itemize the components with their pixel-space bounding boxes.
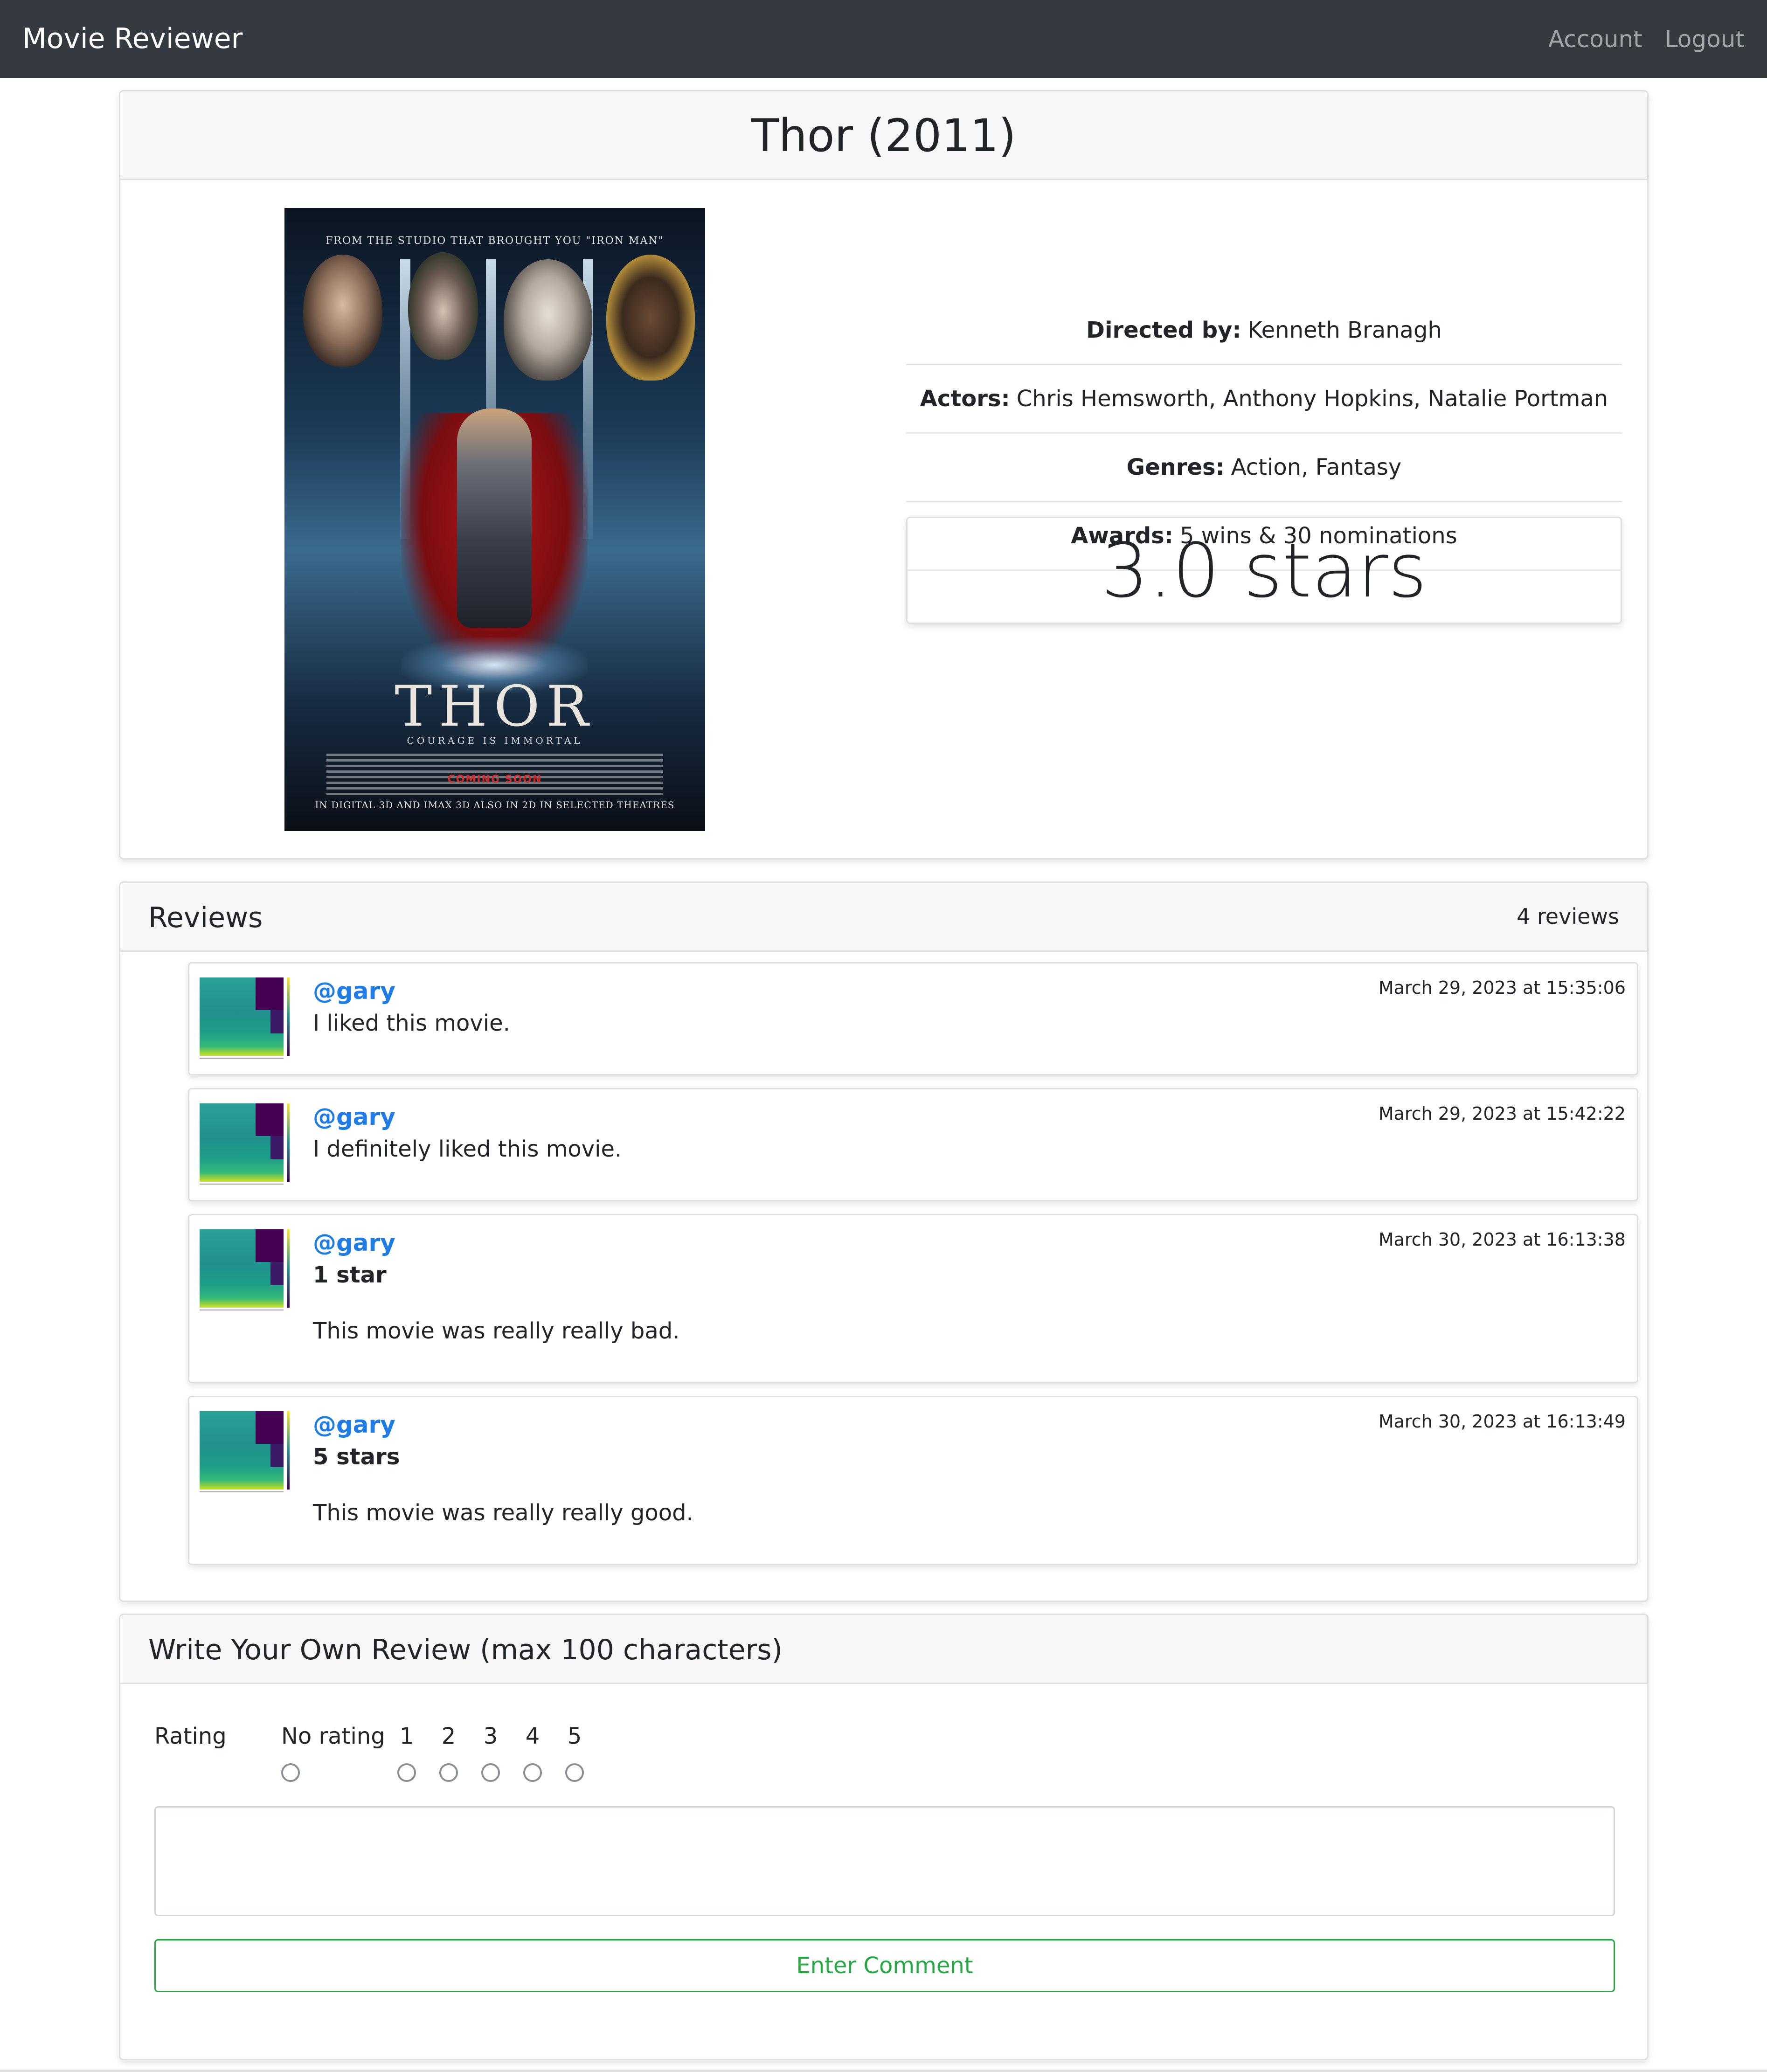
rating-option-3[interactable]: 3 <box>481 1723 500 1782</box>
enter-comment-button[interactable]: Enter Comment <box>154 1939 1615 1992</box>
rating-option-label: No rating <box>281 1723 385 1749</box>
average-rating: 3.0 stars <box>906 517 1622 624</box>
movie-card-header: Thor (2011) <box>120 91 1647 180</box>
detail-label: Directed by: <box>1086 317 1241 343</box>
detail-label: Actors: <box>920 386 1010 412</box>
rating-option-1[interactable]: 1 <box>397 1723 416 1782</box>
poster-character <box>408 252 478 360</box>
poster-character <box>504 259 592 381</box>
review-item: @gary 5 stars This movie was really real… <box>188 1396 1638 1565</box>
movie-card: Thor (2011) FROM THE STUDIO THAT BROUGHT… <box>119 90 1649 859</box>
radio-button[interactable] <box>523 1763 542 1782</box>
rating-option-5[interactable]: 5 <box>565 1723 584 1782</box>
reviews-title: Reviews <box>148 901 263 934</box>
avatar <box>200 1103 293 1197</box>
navbar: Movie Reviewer Account Logout <box>0 0 1767 78</box>
poster-subtitle: COURAGE IS IMMORTAL <box>407 735 583 746</box>
poster-hero <box>457 409 532 628</box>
radio-button[interactable] <box>281 1763 300 1782</box>
radio-button[interactable] <box>397 1763 416 1782</box>
radio-button[interactable] <box>439 1763 458 1782</box>
rating-option-label: 3 <box>483 1723 498 1749</box>
rating-label: Rating <box>154 1723 227 1749</box>
review-text: I definitely liked this movie. <box>313 1136 622 1162</box>
review-date: March 30, 2023 at 16:13:38 <box>1378 1229 1626 1250</box>
nav-link-logout[interactable]: Logout <box>1665 26 1745 53</box>
poster-tagline-top: FROM THE STUDIO THAT BROUGHT YOU "IRON M… <box>326 235 664 247</box>
detail-value: Action, Fantasy <box>1231 454 1402 480</box>
poster-coming-soon: COMING SOON <box>447 774 542 785</box>
review-text: I liked this movie. <box>313 1010 510 1036</box>
review-item: @gary I liked this movie. March 29, 2023… <box>188 962 1638 1075</box>
write-review-header: Write Your Own Review (max 100 character… <box>120 1615 1647 1684</box>
review-item: @gary 1 star This movie was really reall… <box>188 1214 1638 1383</box>
reviews-header: Reviews 4 reviews <box>120 883 1647 952</box>
write-review-title: Write Your Own Review (max 100 character… <box>148 1634 783 1666</box>
review-date: March 29, 2023 at 15:35:06 <box>1378 977 1626 998</box>
detail-value: Kenneth Branagh <box>1247 317 1442 343</box>
poster-character <box>303 255 382 367</box>
detail-label: Genres: <box>1126 454 1225 480</box>
rating-option-4[interactable]: 4 <box>523 1723 542 1782</box>
detail-genres: Genres: Action, Fantasy <box>906 434 1622 502</box>
avatar <box>200 1411 293 1504</box>
review-item: @gary I definitely liked this movie. Mar… <box>188 1088 1638 1201</box>
poster-title: THOR <box>395 674 595 739</box>
review-text: This movie was really really good. <box>313 1500 693 1526</box>
radio-button[interactable] <box>565 1763 584 1782</box>
nav-link-account[interactable]: Account <box>1548 26 1642 53</box>
write-review-card: Write Your Own Review (max 100 character… <box>119 1614 1649 2060</box>
poster-footer: IN DIGITAL 3D AND IMAX 3D ALSO IN 2D IN … <box>315 799 675 811</box>
reviews-card: Reviews 4 reviews @gary I liked this mov… <box>119 881 1649 1602</box>
review-username[interactable]: @gary <box>313 1411 395 1438</box>
review-username[interactable]: @gary <box>313 977 395 1005</box>
movie-title: Thor (2011) <box>751 110 1016 162</box>
review-date: March 30, 2023 at 16:13:49 <box>1378 1411 1626 1432</box>
movie-poster: FROM THE STUDIO THAT BROUGHT YOU "IRON M… <box>284 208 705 831</box>
comment-textarea[interactable] <box>154 1806 1615 1916</box>
poster-character <box>606 255 695 381</box>
radio-button[interactable] <box>481 1763 500 1782</box>
avatar <box>200 1229 293 1323</box>
review-stars: 1 star <box>313 1262 387 1288</box>
rating-option-label: 2 <box>441 1723 456 1749</box>
rating-option-2[interactable]: 2 <box>439 1723 458 1782</box>
review-date: March 29, 2023 at 15:42:22 <box>1378 1103 1626 1124</box>
rating-option-none[interactable]: No rating <box>281 1723 385 1782</box>
brand-link[interactable]: Movie Reviewer <box>22 0 243 78</box>
detail-actors: Actors: Chris Hemsworth, Anthony Hopkins… <box>906 365 1622 434</box>
review-username[interactable]: @gary <box>313 1103 395 1130</box>
rating-option-label: 5 <box>567 1723 582 1749</box>
rating-option-label: 4 <box>525 1723 540 1749</box>
detail-director: Directed by: Kenneth Branagh <box>906 297 1622 365</box>
review-stars: 5 stars <box>313 1444 400 1470</box>
page-bottom-edge <box>0 2070 1767 2072</box>
reviews-count: 4 reviews <box>1517 904 1619 929</box>
review-text: This movie was really really bad. <box>313 1318 680 1344</box>
avatar <box>200 977 293 1071</box>
nav-links: Account Logout <box>1548 0 1745 78</box>
review-username[interactable]: @gary <box>313 1229 395 1256</box>
detail-value: Chris Hemsworth, Anthony Hopkins, Natali… <box>1016 386 1608 412</box>
rating-option-label: 1 <box>399 1723 414 1749</box>
